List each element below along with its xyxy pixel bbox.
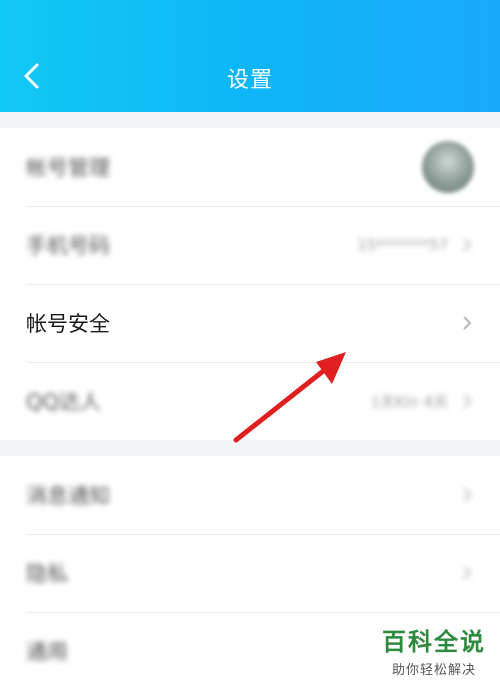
qq-expert-value: 1天Kin 4天 xyxy=(370,392,448,411)
chevron-right-icon xyxy=(460,394,474,408)
row-label: QQ达人 xyxy=(26,390,102,414)
chevron-right-icon xyxy=(460,488,474,502)
settings-row-phone-number[interactable]: 手机号码 15*******57 xyxy=(0,206,500,284)
phone-number-value: 15*******57 xyxy=(357,236,448,254)
row-label: 消息通知 xyxy=(26,484,110,508)
row-label: 帐号管理 xyxy=(26,156,110,180)
page-title: 设置 xyxy=(226,68,273,93)
row-label: 帐号安全 xyxy=(26,312,110,336)
settings-row-notifications[interactable]: 消息通知 xyxy=(0,456,500,534)
settings-row-privacy[interactable]: 隐私 xyxy=(0,534,500,612)
avatar xyxy=(422,141,474,193)
chevron-right-icon xyxy=(460,566,474,580)
settings-row-qq-expert[interactable]: QQ达人 1天Kin 4天 xyxy=(0,362,500,440)
settings-row-account-security[interactable]: 帐号安全 xyxy=(0,284,500,362)
chevron-right-icon xyxy=(460,238,474,252)
chevron-right-icon xyxy=(460,316,474,330)
row-label: 手机号码 xyxy=(26,234,110,258)
settings-row-account-management[interactable]: 帐号管理 xyxy=(0,128,500,206)
row-label: 隐私 xyxy=(26,562,68,586)
app-header: 设置 xyxy=(0,0,500,112)
account-settings-group: 帐号管理 手机号码 15*******57 帐号安全 QQ达人 1天Kin 4天 xyxy=(0,128,500,440)
watermark-title: 百科全说 xyxy=(382,628,486,656)
watermark-subtitle: 助你轻松解决 xyxy=(391,663,476,678)
watermark-logo: 百科全说 助你轻松解决 xyxy=(382,622,486,678)
